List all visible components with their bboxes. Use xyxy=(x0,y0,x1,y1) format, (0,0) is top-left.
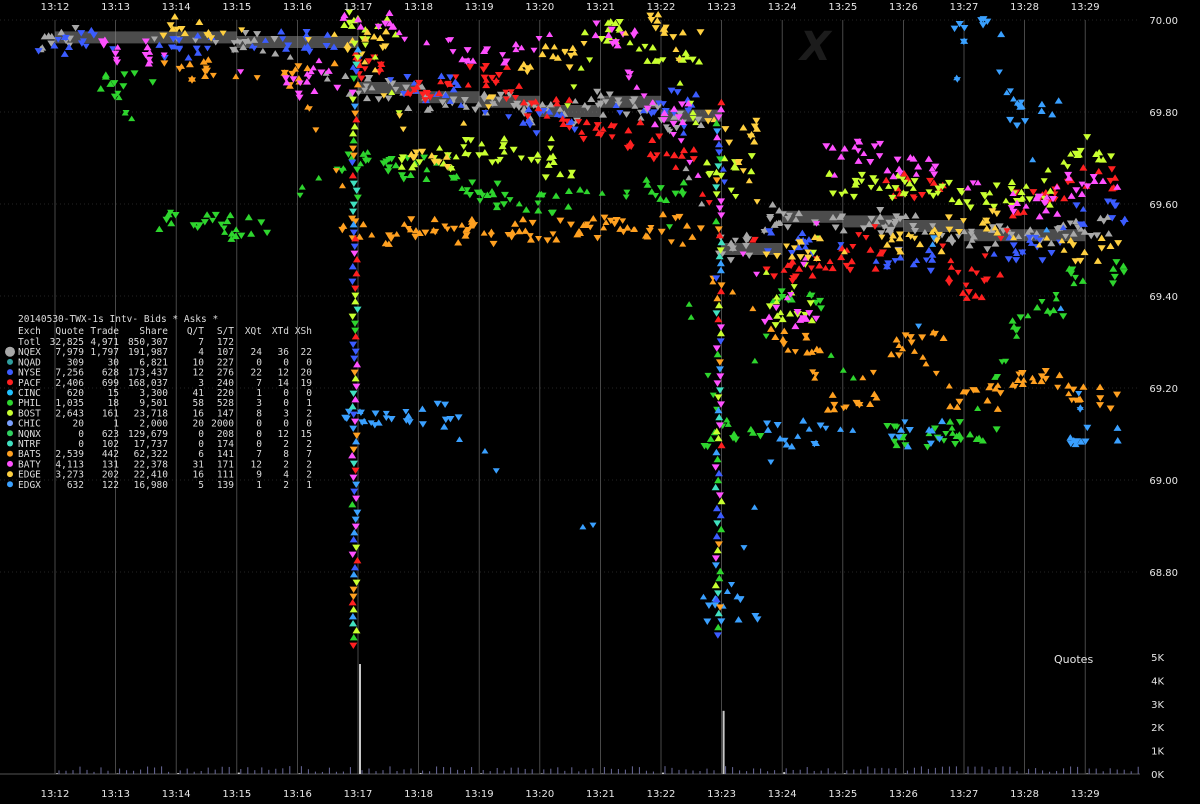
quotes-y-tick: 2K xyxy=(1151,723,1164,734)
legend-marker-nqad xyxy=(7,358,13,365)
x-tick-label: 13:22 xyxy=(647,789,676,800)
quotes-panel-title: Quotes xyxy=(1054,653,1093,666)
y-tick-label: 69.00 xyxy=(1149,476,1178,487)
legend-column-header: XSh xyxy=(295,326,312,337)
legend-marker-ntrf xyxy=(7,440,13,447)
x-tick-label: 13:29 xyxy=(1071,789,1100,800)
x-tick-label: 13:20 xyxy=(525,789,554,800)
x-tick-label: 13:19 xyxy=(465,789,494,800)
x-tick-label: 13:22 xyxy=(647,2,676,13)
legend-marker-nqnx xyxy=(7,430,13,437)
legend-column-header: Exch xyxy=(18,326,41,337)
x-tick-label: 13:15 xyxy=(222,2,251,13)
y-tick-label: 69.80 xyxy=(1149,108,1178,119)
x-tick-label: 13:17 xyxy=(344,2,373,13)
x-tick-label: 13:16 xyxy=(283,2,312,13)
x-tick-label: 13:29 xyxy=(1071,2,1100,13)
watermark-text: X xyxy=(797,24,833,70)
legend-marker-nqex xyxy=(5,346,15,357)
legend-marker-bats xyxy=(7,450,13,457)
legend-marker-cinc xyxy=(7,389,13,396)
x-tick-label: 13:28 xyxy=(1010,2,1039,13)
x-tick-label: 13:24 xyxy=(768,789,797,800)
legend-cell: 1 xyxy=(256,480,262,491)
chart-svg: X 13:12 13:13 13:14 13:15 13:16 13:17 13:18 13:… xyxy=(0,0,1200,800)
legend-column-header: Q/T xyxy=(187,326,204,337)
x-tick-label: 13:17 xyxy=(344,789,373,800)
legend-marker-bost xyxy=(7,409,13,416)
x-tick-label: 13:25 xyxy=(828,789,857,800)
x-tick-label: 13:28 xyxy=(1010,789,1039,800)
x-tick-label: 13:21 xyxy=(586,789,615,800)
x-tick-label: 13:27 xyxy=(950,2,979,13)
legend-marker-phil xyxy=(7,399,13,406)
x-tick-label: 13:19 xyxy=(465,2,494,13)
x-tick-label: 13:25 xyxy=(828,2,857,13)
legend-column-header: Share xyxy=(139,326,168,337)
x-tick-label: 13:27 xyxy=(950,789,979,800)
legend-cell: EDGX xyxy=(18,480,41,491)
legend-cell: 139 xyxy=(217,480,234,491)
legend-title: 20140530-TWX-1s Intv- Bids * Asks * xyxy=(18,314,218,325)
x-tick-label: 13:24 xyxy=(768,2,797,13)
legend-cell: 5 xyxy=(198,480,204,491)
market-data-chart: X 13:12 13:13 13:14 13:15 13:16 13:17 13:18 13:… xyxy=(0,0,1200,800)
x-tick-label: 13:15 xyxy=(222,789,251,800)
legend-cell: 1 xyxy=(306,480,312,491)
legend-column-header: XQt xyxy=(245,326,262,337)
legend-column-header: XTd xyxy=(272,326,289,337)
x-tick-label: 13:23 xyxy=(707,2,736,13)
legend-column-header: Trade xyxy=(90,326,119,337)
legend-marker-pacf xyxy=(7,379,13,386)
x-tick-label: 13:18 xyxy=(404,789,433,800)
x-tick-label: 13:23 xyxy=(707,789,736,800)
y-tick-label: 69.20 xyxy=(1149,384,1178,395)
legend-marker-edgx xyxy=(7,481,13,488)
quotes-y-tick: 4K xyxy=(1151,676,1164,687)
x-tick-label: 13:26 xyxy=(889,789,918,800)
y-tick-label: 68.80 xyxy=(1149,568,1178,579)
x-tick-label: 13:13 xyxy=(101,2,130,13)
x-tick-label: 13:18 xyxy=(404,2,433,13)
quotes-y-tick: 5K xyxy=(1151,653,1164,664)
legend-marker-nyse xyxy=(7,369,13,376)
legend-marker-edge xyxy=(7,471,13,478)
x-tick-label: 13:20 xyxy=(525,2,554,13)
x-tick-label: 13:16 xyxy=(283,789,312,800)
x-tick-label: 13:14 xyxy=(162,2,191,13)
x-tick-label: 13:14 xyxy=(162,789,191,800)
y-tick-label: 69.60 xyxy=(1149,200,1178,211)
x-tick-label: 13:12 xyxy=(41,789,70,800)
legend-cell: 2 xyxy=(283,480,289,491)
x-tick-label: 13:13 xyxy=(101,789,130,800)
x-tick-label: 13:26 xyxy=(889,2,918,13)
quotes-y-tick: 3K xyxy=(1151,700,1164,711)
legend-cell: 122 xyxy=(102,480,119,491)
legend-marker-chic xyxy=(7,420,13,427)
legend-cell: 16,980 xyxy=(134,480,169,491)
y-tick-label: 70.00 xyxy=(1149,16,1178,27)
legend-column-header: Quote xyxy=(55,326,84,337)
legend-cell: 632 xyxy=(67,480,84,491)
quotes-y-tick: 0K xyxy=(1151,770,1164,781)
x-tick-label: 13:12 xyxy=(41,2,70,13)
legend-column-header: S/T xyxy=(217,326,234,337)
y-tick-label: 69.40 xyxy=(1149,292,1178,303)
x-tick-label: 13:21 xyxy=(586,2,615,13)
quotes-y-tick: 1K xyxy=(1151,747,1164,758)
legend-marker-baty xyxy=(7,460,13,467)
